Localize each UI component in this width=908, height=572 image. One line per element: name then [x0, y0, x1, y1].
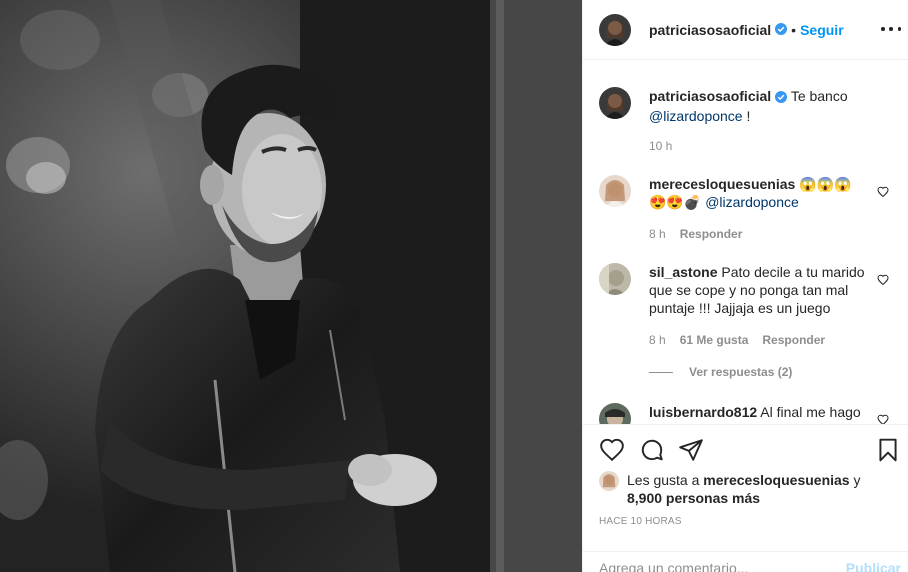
- comments-list[interactable]: patriciasosaoficial Te banco @lizardopon…: [583, 61, 908, 424]
- liker-avatar[interactable]: [599, 471, 619, 491]
- share-paper-plane-icon[interactable]: [678, 437, 704, 463]
- caption-mention[interactable]: @lizardoponce: [649, 108, 743, 124]
- commenter-avatar[interactable]: [599, 263, 631, 295]
- likes-count[interactable]: 8,900 personas más: [627, 490, 760, 506]
- caption-body: patriciasosaoficial Te banco @lizardopon…: [649, 87, 889, 125]
- separator-dot: •: [791, 21, 797, 38]
- commenter-avatar[interactable]: [599, 175, 631, 207]
- comment-username[interactable]: merecesloquesuenias: [649, 176, 795, 192]
- more-options-icon[interactable]: [881, 19, 901, 39]
- comment-username[interactable]: luisbernardo812: [649, 404, 757, 420]
- follow-button[interactable]: Seguir: [800, 22, 844, 38]
- comment-text: 😱😱😱: [799, 176, 852, 192]
- comment-time: 8 h: [649, 333, 666, 347]
- likes-text: Les gusta a merecesloquesuenias y 8,900 …: [627, 471, 887, 507]
- comment-bubble-icon[interactable]: [639, 437, 665, 463]
- comment-meta: 8 h 61 Me gusta Responder: [649, 333, 825, 347]
- comment-input[interactable]: Agrega un comentario...: [599, 560, 748, 572]
- comment-meta: 8 h Responder: [649, 227, 742, 241]
- verified-badge-icon: [775, 22, 788, 38]
- caption-text: Te banco: [790, 88, 848, 104]
- post-image-drawing: [0, 0, 582, 572]
- caption-time: 10 h: [649, 139, 673, 153]
- post-sidebar: patriciasosaoficial • Seguir patriciasos…: [582, 0, 908, 572]
- publish-button[interactable]: Publicar: [846, 560, 901, 572]
- comment-mention[interactable]: @lizardoponce: [705, 194, 799, 210]
- like-comment-heart-icon[interactable]: [877, 414, 889, 424]
- view-replies-label: Ver respuestas (2): [689, 365, 793, 379]
- likes-middle: y: [853, 472, 861, 488]
- like-comment-heart-icon[interactable]: [877, 186, 889, 198]
- comment-likes[interactable]: 61 Me gusta: [680, 333, 749, 347]
- add-comment-bar: Agrega un comentario... Publicar: [583, 551, 908, 572]
- post-header: patriciasosaoficial • Seguir: [583, 0, 908, 60]
- reply-button[interactable]: Responder: [680, 227, 743, 241]
- comment-body: merecesloquesuenias 😱😱😱 😍😍💣 @lizardoponc…: [649, 175, 875, 211]
- like-heart-icon[interactable]: [599, 437, 625, 463]
- comment-text: Al final me hago: [760, 404, 861, 420]
- caption-trailing: !: [742, 108, 751, 124]
- caption-avatar[interactable]: [599, 87, 631, 119]
- post-actions: Les gusta a merecesloquesuenias y 8,900 …: [583, 424, 908, 572]
- comment-time: 8 h: [649, 227, 666, 241]
- comment-body: luisbernardo812 Al final me hago: [649, 403, 875, 421]
- replies-divider: [649, 371, 673, 373]
- view-replies-button[interactable]: Ver respuestas (2): [649, 365, 792, 379]
- post-image[interactable]: [0, 0, 582, 572]
- caption-username[interactable]: patriciasosaoficial: [649, 88, 771, 104]
- like-comment-heart-icon[interactable]: [877, 274, 889, 286]
- author-avatar[interactable]: [599, 13, 631, 46]
- liker-username[interactable]: merecesloquesuenias: [703, 472, 849, 488]
- verified-badge-icon: [775, 89, 788, 107]
- likes-prefix: Les gusta a: [627, 472, 700, 488]
- save-bookmark-icon[interactable]: [875, 437, 901, 463]
- reply-button[interactable]: Responder: [762, 333, 825, 347]
- comment-text-2: 😍😍💣: [649, 194, 702, 210]
- comment-username[interactable]: sil_astone: [649, 264, 717, 280]
- commenter-avatar[interactable]: [599, 403, 631, 424]
- post-timestamp[interactable]: HACE 10 HORAS: [599, 516, 682, 527]
- author-username[interactable]: patriciasosaoficial: [649, 22, 771, 38]
- comment-body: sil_astone Pato decile a tu marido que s…: [649, 263, 875, 317]
